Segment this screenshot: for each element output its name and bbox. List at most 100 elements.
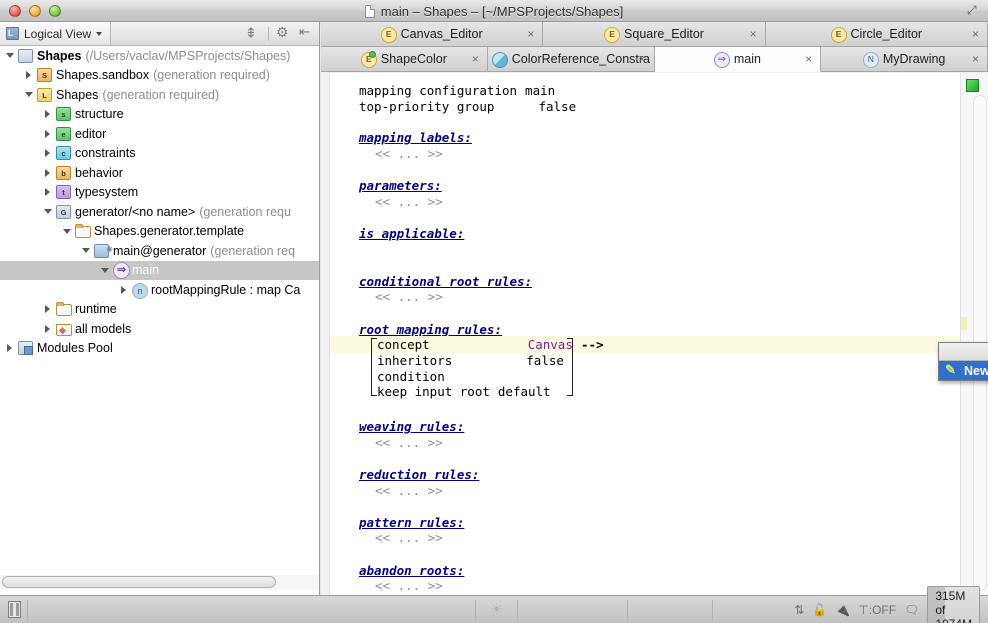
notifications-icon[interactable]: 🗨 (904, 603, 919, 617)
twisty-collapsed-icon[interactable] (4, 342, 17, 355)
tree-node[interactable]: cconstraints (0, 144, 319, 164)
twisty-collapsed-icon[interactable] (42, 147, 55, 160)
close-icon[interactable]: × (472, 53, 479, 65)
tree-node[interactable]: Modules Pool (0, 339, 319, 359)
view-selector[interactable]: Logical View (0, 22, 111, 45)
project-tree-hscrollbar[interactable] (0, 575, 319, 590)
twisty-collapsed-icon[interactable] (23, 69, 36, 82)
close-icon[interactable]: × (638, 53, 645, 65)
window-title-text: main – Shapes – [~/MPSProjects/Shapes] (381, 4, 623, 19)
twisty-collapsed-icon[interactable] (42, 127, 55, 140)
close-icon[interactable]: × (750, 28, 757, 40)
tree-node[interactable]: sstructure (0, 105, 319, 125)
tree-node[interactable]: SShapes.sandbox(generation required) (0, 66, 319, 86)
section-heading[interactable]: weaving rules: (331, 419, 464, 434)
pencil-icon (945, 364, 958, 377)
hide-panel-icon[interactable] (299, 26, 315, 42)
tree-node[interactable]: rootMappingRule : map Ca (0, 280, 319, 300)
twisty-expanded-icon[interactable] (4, 49, 17, 62)
root-mapping-rules-heading[interactable]: root mapping rules: (331, 322, 502, 337)
twisty-expanded-icon[interactable] (42, 205, 55, 218)
editor-tab[interactable]: Canvas_Editor× (321, 22, 543, 46)
language-icon: L (37, 88, 52, 102)
tree-node[interactable]: LShapes(generation required) (0, 85, 319, 105)
twisty-collapsed-icon[interactable] (42, 303, 55, 316)
scrollbar-thumb[interactable] (2, 576, 276, 588)
tree-node[interactable]: Ggenerator/<no name>(generation requ (0, 202, 319, 222)
editor-tab[interactable]: main× (655, 47, 822, 72)
tree-node[interactable]: runtime (0, 300, 319, 320)
twisty-expanded-icon[interactable] (23, 88, 36, 101)
twisty-expanded-icon[interactable] (61, 225, 74, 238)
editor-tab[interactable]: ColorReference_Constraints× (488, 47, 655, 71)
editor-tab[interactable]: ShapeColor× (321, 47, 488, 71)
project-tree[interactable]: Shapes(/Users/vaclav/MPSProjects/Shapes)… (0, 46, 319, 571)
tree-node[interactable]: all models (0, 319, 319, 339)
menu-item-new-root-template[interactable]: New Root Template ▶ (939, 361, 988, 380)
lock-icon[interactable]: 🔓 (812, 603, 827, 617)
section-heading[interactable]: pattern rules: (331, 515, 464, 530)
twisty-expanded-icon[interactable] (80, 244, 93, 257)
background-tasks-cell[interactable]: ☀ (475, 600, 517, 620)
section-body[interactable]: << ... >> (331, 435, 443, 450)
tree-node[interactable]: Shapes(/Users/vaclav/MPSProjects/Shapes) (0, 46, 319, 66)
tree-node[interactable]: main@generator(generation req (0, 241, 319, 261)
tree-node[interactable]: main (0, 261, 319, 281)
twisty-collapsed-icon[interactable] (42, 322, 55, 335)
header-value-1[interactable]: main (517, 83, 555, 98)
rule-value[interactable]: false (452, 353, 564, 368)
rule-value[interactable] (445, 369, 507, 384)
memory-indicator[interactable]: 315M of 1074M (927, 586, 980, 623)
section-body[interactable]: << ... >> (331, 483, 443, 498)
twisty-collapsed-icon[interactable] (42, 186, 55, 199)
intentions-popup[interactable]: Intentions New Root Template ▶ (938, 342, 988, 381)
tree-node-annotation: (generation required) (153, 68, 270, 82)
close-icon[interactable]: × (805, 53, 812, 65)
all-models-icon (56, 322, 71, 336)
header-value-2[interactable]: false (494, 99, 576, 114)
error-stripe-bar[interactable] (960, 73, 988, 595)
twisty-expanded-icon[interactable] (99, 264, 112, 277)
twisty-collapsed-icon[interactable] (118, 283, 131, 296)
expand-all-icon[interactable] (245, 26, 261, 42)
maximize-icon[interactable]: ⤢ (967, 4, 980, 17)
gear-icon[interactable] (276, 26, 292, 42)
twisty-collapsed-icon[interactable] (42, 166, 55, 179)
rule-value[interactable]: Canvas (430, 337, 573, 352)
section-body[interactable]: << ... >> (331, 530, 443, 545)
section-body[interactable]: << ... >> (331, 289, 443, 304)
error-stripe-ok-icon[interactable] (966, 79, 979, 92)
template-model-icon (94, 244, 109, 258)
status-cell-c (627, 600, 712, 620)
section-heading[interactable]: is applicable: (331, 226, 464, 241)
editor-tab[interactable]: MyDrawing× (821, 47, 988, 71)
section-heading[interactable]: parameters: (331, 178, 442, 193)
section-body[interactable]: << ... >> (331, 578, 443, 593)
editor-aspect-icon: e (56, 127, 71, 141)
background-tasks-icon: ☀ (491, 601, 504, 618)
section-body[interactable] (331, 242, 375, 257)
section-heading[interactable]: conditional root rules: (331, 274, 532, 289)
editor-tab[interactable]: Circle_Editor× (766, 22, 988, 46)
section-body[interactable]: << ... >> (331, 146, 443, 161)
tree-node[interactable]: bbehavior (0, 163, 319, 183)
tree-node[interactable]: eeditor (0, 124, 319, 144)
close-icon[interactable]: × (972, 53, 979, 65)
twisty-collapsed-icon[interactable] (42, 108, 55, 121)
plug-icon[interactable]: 🔌 (835, 603, 850, 617)
toggle-toolwindows-icon[interactable] (8, 601, 21, 618)
close-icon[interactable]: × (527, 28, 534, 40)
editor-tab[interactable]: Square_Editor× (543, 22, 765, 46)
tree-node[interactable]: Shapes.generator.template (0, 222, 319, 242)
insert-mode-label[interactable]: ⊤:OFF (858, 603, 896, 617)
section-heading[interactable]: reduction rules: (331, 467, 479, 482)
mps-application-window: main – Shapes – [~/MPSProjects/Shapes] ⤢… (0, 0, 988, 623)
section-heading[interactable]: mapping labels: (331, 130, 472, 145)
section-body[interactable]: << ... >> (331, 194, 443, 209)
section-heading[interactable]: abandon roots: (331, 563, 464, 578)
rule-value[interactable]: default (490, 384, 551, 399)
mapping-configuration-editor[interactable]: mapping configurationmaintop-priority gr… (331, 73, 960, 595)
updown-arrows-icon[interactable]: ⇅ (794, 603, 804, 617)
close-icon[interactable]: × (972, 28, 979, 40)
tree-node[interactable]: ttypesystem (0, 183, 319, 203)
